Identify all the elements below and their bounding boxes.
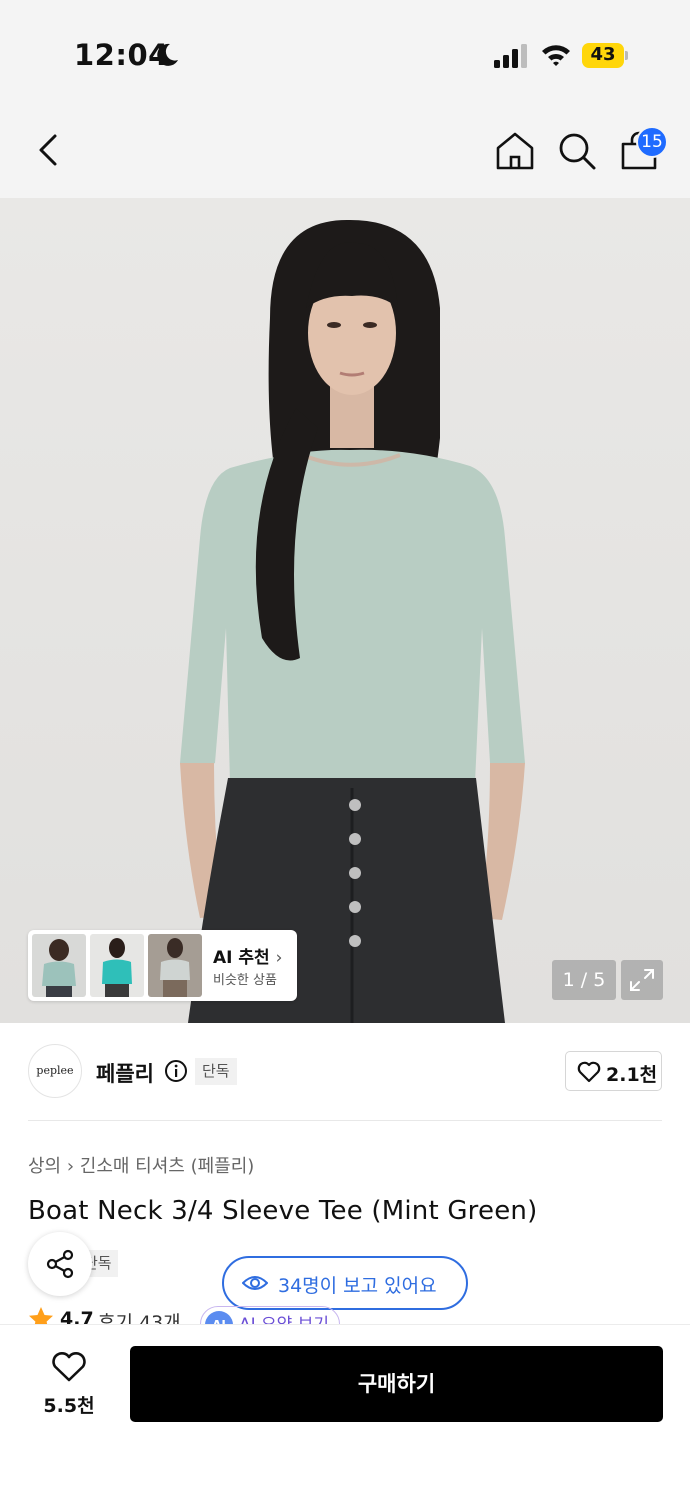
wishlist-count: 5.5천 [43,1395,95,1417]
viewing-count-text: 34명이 보고 있어요 [278,1275,437,1297]
exclusive-badge: 단독 [195,1058,237,1085]
bottom-action-bar: 5.5천 구매하기 [0,1324,690,1500]
ai-summary-button[interactable]: AI AI 요약 보기 [200,1306,340,1324]
moon-icon [157,43,178,66]
ai-recommendation-title: AI 추천 › [213,948,283,968]
brand-like-count: 2.1천 [606,1064,658,1086]
heart-icon [577,1061,601,1083]
image-counter: 1 / 5 [552,960,616,1000]
cart-count-badge: 15 [636,126,668,158]
ai-recommendation-subtitle: 비슷한 상품 [213,973,277,988]
divider [28,1120,662,1121]
home-icon[interactable] [494,130,536,172]
wifi-icon [542,45,570,66]
brand-name[interactable]: 페플리 [96,1058,154,1088]
top-nav-bar [0,100,690,198]
rating-row: 4.7 후기 43개 AI AI 요약 보기 [28,1306,428,1324]
battery-level: 43 [590,44,616,65]
review-count-link[interactable]: 후기 43개 [98,1308,181,1324]
recommendation-thumbnail[interactable] [90,934,144,997]
brand-logo[interactable]: peplee [28,1044,82,1098]
breadcrumb: 상의 › 긴소매 티셔츠 (페플리) [28,1152,254,1178]
search-icon[interactable] [556,130,598,172]
buy-button[interactable]: 구매하기 [130,1346,663,1422]
expand-icon [630,969,654,991]
breadcrumb-category[interactable]: 상의 [28,1156,61,1177]
star-icon [29,1307,53,1324]
product-title: Boat Neck 3/4 Sleeve Tee (Mint Green) [28,1196,538,1226]
info-icon[interactable] [164,1059,188,1083]
breadcrumb-subcategory[interactable]: 긴소매 티셔츠 (페플리) [80,1156,255,1177]
rating-value: 4.7 [60,1308,94,1324]
chevron-right-icon: › [275,948,283,968]
cellular-signal-icon [494,44,527,68]
product-image[interactable] [0,198,690,1023]
model-illustration [180,219,525,1023]
brand-like-button[interactable]: 2.1천 [565,1051,662,1091]
back-arrow-icon[interactable] [30,130,70,170]
battery-indicator: 43 [582,43,628,68]
recommendation-thumbnail[interactable] [148,934,202,997]
share-button[interactable] [28,1232,92,1296]
share-icon [46,1249,74,1279]
ai-badge: AI [205,1311,233,1324]
heart-icon [52,1352,86,1382]
recommendation-thumbnail[interactable] [32,934,86,997]
expand-image-button[interactable] [621,960,663,1000]
eye-icon [242,1276,268,1290]
ai-recommendation-card[interactable]: AI 추천 › 비슷한 상품 [28,930,297,1001]
viewing-count-pill: 34명이 보고 있어요 [222,1256,468,1310]
wishlist-button[interactable]: 5.5천 [28,1349,110,1429]
status-bar: 12:04 43 [0,0,690,100]
ai-summary-label: AI 요약 보기 [239,1310,329,1324]
breadcrumb-separator-icon: › [66,1156,80,1177]
